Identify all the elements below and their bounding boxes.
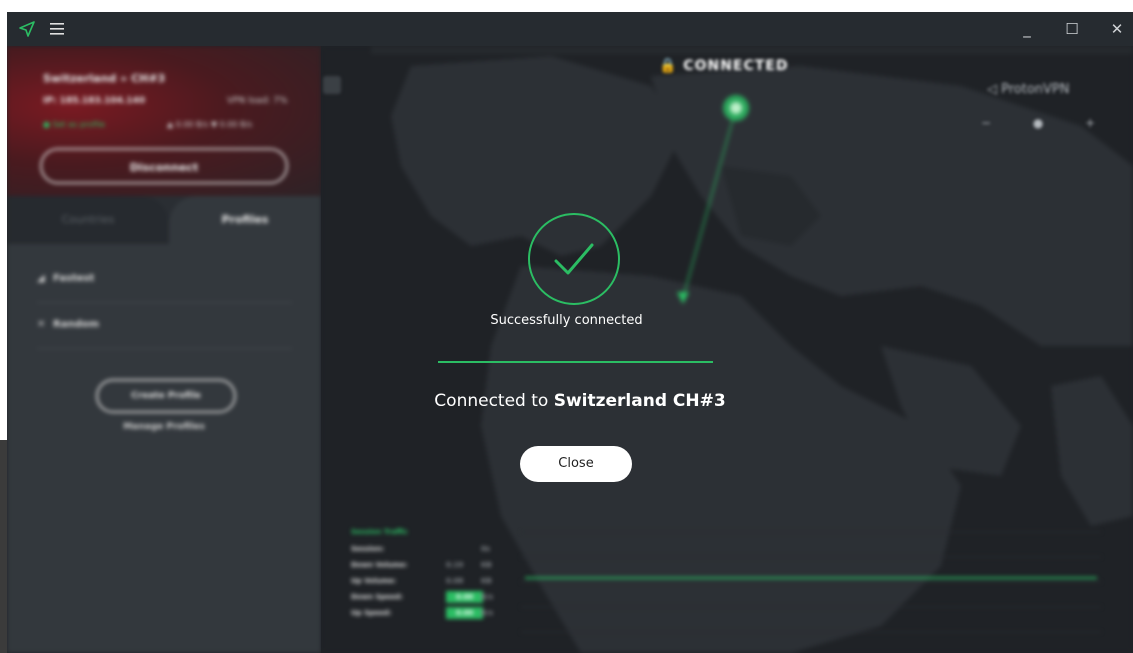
- traffic-value: 0.19: [446, 561, 464, 569]
- traffic-row: Session: 0s: [351, 541, 511, 557]
- close-window-button[interactable]: ✕: [1097, 12, 1133, 46]
- traffic-label: Down Volume:: [351, 561, 408, 569]
- protonvpn-window: _ ☐ ✕ Switzerland » CH#3 IP: 185.183.104…: [7, 12, 1133, 653]
- disconnect-button[interactable]: Disconnect: [40, 148, 288, 184]
- manage-profiles-link[interactable]: Manage Profiles: [7, 422, 321, 432]
- traffic-summary: ▲ 0.00 B/s ▼ 0.00 B/s: [167, 120, 253, 129]
- traffic-value: 0.00: [446, 607, 484, 619]
- collapse-sidebar-button[interactable]: [323, 76, 341, 94]
- traffic-unit: 0s: [481, 545, 491, 553]
- traffic-unit: KB: [481, 561, 492, 569]
- success-check-icon: [528, 213, 620, 305]
- session-traffic-panel: Session Traffic Session: 0s Down Volume:…: [351, 528, 511, 621]
- profile-label: Fastest: [53, 273, 95, 284]
- traffic-value: 0.00: [446, 591, 484, 603]
- traffic-row: Up Speed: 0.00 B/s: [351, 605, 511, 621]
- connection-progress-bar: [438, 361, 713, 363]
- desktop-edge: [0, 440, 7, 653]
- traffic-unit: KB: [481, 577, 492, 585]
- traffic-label: Up Volume:: [351, 577, 397, 585]
- traffic-row: Up Volume: 0.08 KB: [351, 573, 511, 589]
- vpn-load: VPN load: 7%: [227, 96, 288, 106]
- server-title: Switzerland » CH#3: [43, 72, 166, 85]
- close-dialog-button[interactable]: Close: [520, 446, 632, 482]
- sidebar-tabs: Countries Profiles: [7, 196, 321, 244]
- protonvpn-logo: ◁ ProtonVPN: [987, 82, 1070, 97]
- tab-countries[interactable]: Countries: [7, 196, 169, 244]
- map-view: 🔒 CONNECTED ◁ ProtonVPN − ● + Session Tr…: [321, 46, 1133, 653]
- profile-item-fastest[interactable]: ◢ Fastest: [37, 256, 292, 303]
- signal-icon: ◢: [37, 273, 45, 284]
- minimize-button[interactable]: _: [1007, 12, 1047, 46]
- hamburger-icon[interactable]: [37, 12, 77, 46]
- maximize-button[interactable]: ☐: [1052, 12, 1092, 46]
- title-bar: _ ☐ ✕: [7, 12, 1133, 46]
- traffic-row: Down Volume: 0.19 KB: [351, 557, 511, 573]
- connection-panel: Switzerland » CH#3 IP: 185.183.104.140 V…: [7, 46, 321, 196]
- zoom-controls[interactable]: − ● +: [981, 116, 1095, 130]
- traffic-graph: [521, 531, 1101, 633]
- traffic-label: Up Speed:: [351, 609, 392, 617]
- connected-server-name: Switzerland CH#3: [553, 391, 726, 411]
- traffic-label: Down Speed:: [351, 593, 403, 601]
- traffic-unit: B/s: [481, 609, 494, 617]
- set-as-profile-link[interactable]: ● Set as profile: [43, 120, 105, 129]
- traffic-value: 0.08: [446, 577, 464, 585]
- traffic-row: Down Speed: 0.00 B/s: [351, 589, 511, 605]
- connected-to-text: Connected to Switzerland CH#3: [0, 391, 1133, 411]
- connected-prefix: Connected to: [434, 391, 554, 411]
- traffic-unit: B/s: [481, 593, 494, 601]
- connection-status: 🔒 CONNECTED: [659, 58, 789, 74]
- traffic-label: Session:: [351, 545, 385, 553]
- profiles-list: ◢ Fastest ✕ Random Create Profile Manage P…: [7, 244, 321, 653]
- ip-address: IP: 185.183.104.140: [43, 96, 146, 106]
- success-message: Successfully connected: [490, 313, 643, 328]
- tab-profiles[interactable]: Profiles: [169, 196, 321, 244]
- traffic-title: Session Traffic: [351, 528, 408, 536]
- sidebar: Switzerland » CH#3 IP: 185.183.104.140 V…: [7, 46, 321, 653]
